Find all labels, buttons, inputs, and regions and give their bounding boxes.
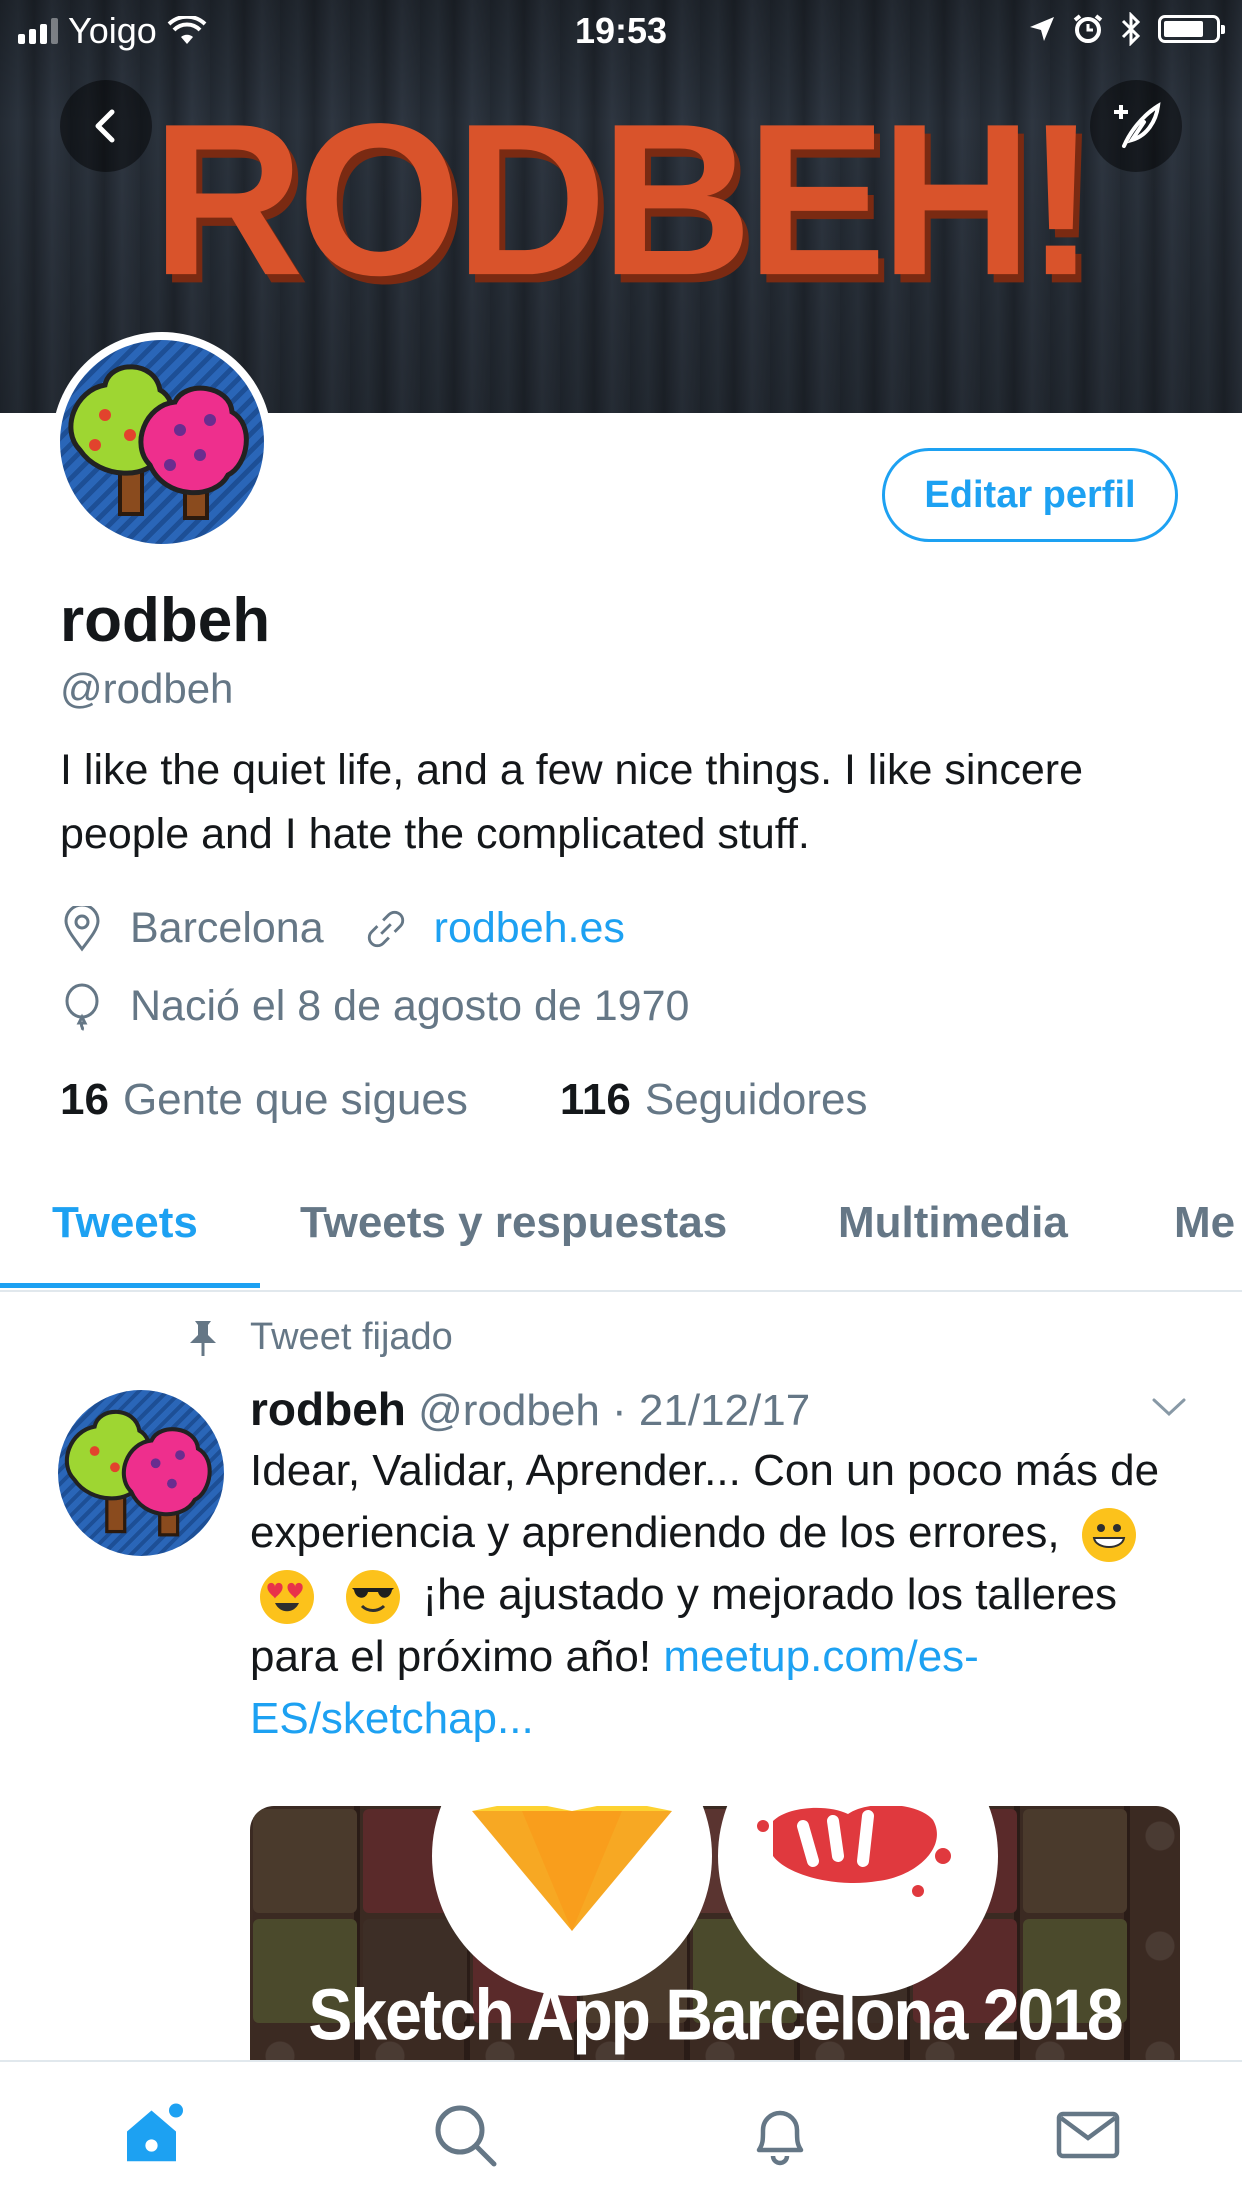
card-title: Sketch App Barcelona 2018 <box>308 1973 1123 2055</box>
tree-avatar-illustration <box>68 364 249 520</box>
tab-likes[interactable]: Me <box>1174 1198 1235 1248</box>
tweet-author-name[interactable]: rodbeh <box>250 1383 406 1435</box>
tab-bar-home[interactable] <box>120 2100 190 2170</box>
tab-bar-notifications[interactable] <box>745 2100 815 2170</box>
messages-envelope-icon <box>1056 2111 1120 2159</box>
status-bar: Yoigo 19:53 <box>0 0 1242 60</box>
chevron-left-icon <box>95 109 115 143</box>
notifications-bell-icon <box>756 2110 804 2166</box>
profile-name: rodbeh <box>60 586 271 655</box>
profile-meta-location-row: Barcelona rodbeh.es <box>60 904 625 953</box>
location-pin-icon <box>60 905 104 953</box>
follow-counts: 16 Gente que sigues 116 Seguidores <box>60 1075 867 1125</box>
tab-tweets[interactable]: Tweets <box>52 1198 198 1248</box>
tweet-author-handle: @rodbeh <box>418 1386 600 1435</box>
location-arrow-icon <box>1030 17 1054 41</box>
tab-tweets-and-replies[interactable]: Tweets y respuestas <box>300 1198 727 1248</box>
bluetooth-icon <box>1121 12 1141 46</box>
meetup-logo <box>718 1806 998 1996</box>
alarm-icon <box>1073 14 1103 43</box>
tweet-author-avatar[interactable] <box>58 1390 224 1556</box>
back-button[interactable] <box>60 80 152 172</box>
bottom-tab-bar <box>0 2060 1242 2210</box>
profile-meta-birthday-row: Nació el 8 de agosto de 1970 <box>60 982 689 1031</box>
search-icon <box>435 2105 497 2167</box>
active-tab-indicator <box>0 1283 260 1288</box>
tweet-separator: · <box>612 1386 627 1435</box>
tweet-media-card[interactable]: Sketch App Barcelona 2018 <box>250 1806 1180 2066</box>
profile-tabs: Tweets Tweets y respuestas Multimedia Me <box>0 1168 1242 1292</box>
balloon-icon <box>60 983 104 1031</box>
sunglasses-emoji-icon <box>346 1570 401 1625</box>
location-text: Barcelona <box>130 904 324 952</box>
tab-media[interactable]: Multimedia <box>838 1198 1068 1248</box>
battery-icon <box>1158 15 1225 43</box>
tweet-text: Idear, Validar, Aprender... Con un poco … <box>250 1446 1160 1743</box>
tweet-options-button[interactable] <box>1150 1395 1188 1424</box>
tweet-header: rodbeh @rodbeh · 21/12/17 <box>250 1382 810 1436</box>
birthday-text: Nació el 8 de agosto de 1970 <box>130 982 690 1030</box>
chevron-down-icon <box>1152 1398 1186 1417</box>
following-count-link[interactable]: 16 Gente que sigues <box>60 1075 468 1125</box>
tab-bar-search[interactable] <box>430 2100 500 2170</box>
tweet-date: 21/12/17 <box>638 1386 811 1435</box>
tab-bar-messages[interactable] <box>1053 2100 1123 2170</box>
edit-profile-button[interactable]: Editar perfil <box>882 448 1178 542</box>
pin-icon <box>190 1320 216 1356</box>
compose-tweet-icon <box>1114 102 1161 148</box>
followers-count-link[interactable]: 116 Seguidores <box>560 1075 868 1125</box>
grinning-face-emoji-icon <box>1081 1508 1136 1563</box>
pinned-tweet-label: Tweet fijado <box>186 1316 453 1359</box>
home-icon <box>127 2103 183 2162</box>
link-icon <box>364 905 408 953</box>
heart-eyes-emoji-icon <box>260 1570 314 1625</box>
website-link[interactable]: rodbeh.es <box>434 904 625 953</box>
banner-title: RODBEH! <box>152 78 1096 321</box>
sketch-logo <box>432 1806 712 1996</box>
profile-handle: @rodbeh <box>60 665 234 712</box>
profile-avatar[interactable] <box>52 332 272 552</box>
profile-bio: I like the quiet life, and a few nice th… <box>60 746 1083 858</box>
compose-tweet-button[interactable] <box>1090 80 1182 172</box>
tree-avatar-illustration <box>64 1409 212 1537</box>
